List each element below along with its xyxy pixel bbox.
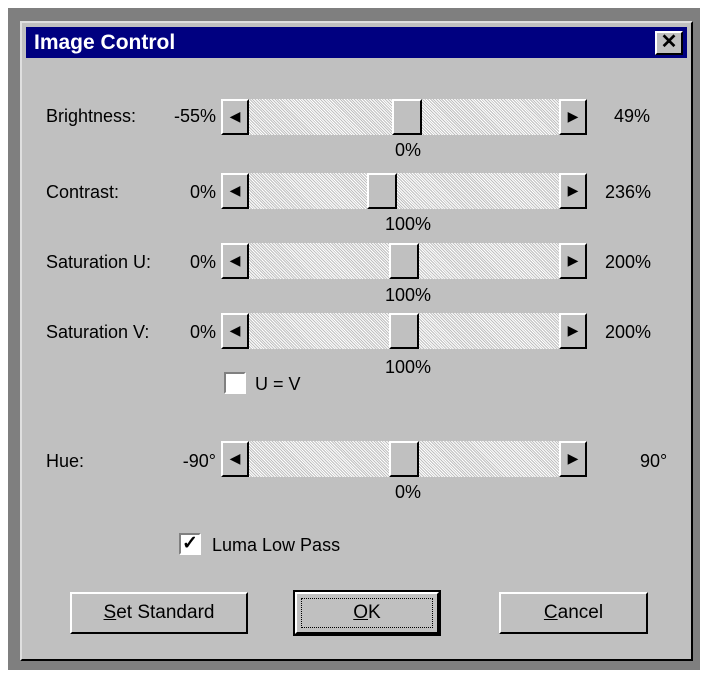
contrast-value: 100% xyxy=(384,214,432,234)
set-standard-button[interactable]: Set Standard xyxy=(70,592,248,634)
saturation-u-thumb[interactable] xyxy=(389,243,419,279)
saturation-u-label: Saturation U: xyxy=(46,252,152,272)
contrast-right-arrow[interactable]: ▶ xyxy=(559,173,587,209)
contrast-thumb[interactable] xyxy=(366,173,397,209)
set-standard-mnemonic: S xyxy=(103,602,117,623)
right-arrow-icon: ▶ xyxy=(567,182,579,198)
saturation-v-left-arrow[interactable]: ◀ xyxy=(221,313,249,349)
u-equals-v-checkbox[interactable] xyxy=(224,372,246,394)
close-icon: ✕ xyxy=(660,31,678,53)
cancel-label: ancel xyxy=(557,602,604,623)
saturation-u-value: 100% xyxy=(384,285,432,305)
cancel-button[interactable]: Cancel xyxy=(499,592,648,634)
saturation-v-slider[interactable]: ◀ ▶ xyxy=(221,313,587,349)
saturation-u-max: 200% xyxy=(605,252,652,272)
cancel-mnemonic: C xyxy=(543,602,558,623)
right-arrow-icon: ▶ xyxy=(567,252,579,268)
brightness-left-arrow[interactable]: ◀ xyxy=(221,99,249,135)
brightness-thumb[interactable] xyxy=(391,99,422,135)
hue-slider[interactable]: ◀ ▶ xyxy=(221,441,587,477)
contrast-max: 236% xyxy=(605,182,652,202)
hue-min: -90° xyxy=(182,451,216,471)
hue-thumb[interactable] xyxy=(389,441,419,477)
saturation-u-min: 0% xyxy=(189,252,216,272)
title-bar[interactable]: Image Control ✕ xyxy=(26,27,687,58)
contrast-slider[interactable]: ◀ ▶ xyxy=(221,173,587,209)
hue-label: Hue: xyxy=(46,451,85,471)
luma-low-pass-checkbox[interactable]: ✓ xyxy=(179,533,201,555)
set-standard-label: et Standard xyxy=(116,602,215,623)
contrast-min: 0% xyxy=(189,182,216,202)
focus-rectangle xyxy=(301,598,433,628)
brightness-max: 49% xyxy=(614,106,651,126)
right-arrow-icon: ▶ xyxy=(567,450,579,466)
left-arrow-icon: ◀ xyxy=(229,182,241,198)
saturation-u-slider[interactable]: ◀ ▶ xyxy=(221,243,587,279)
saturation-v-label: Saturation V: xyxy=(46,322,150,342)
check-icon: ✓ xyxy=(182,533,198,554)
ok-button[interactable]: OK xyxy=(293,590,441,636)
saturation-v-max: 200% xyxy=(605,322,652,342)
brightness-min: -55% xyxy=(173,106,216,126)
contrast-label: Contrast: xyxy=(46,182,120,202)
saturation-u-left-arrow[interactable]: ◀ xyxy=(221,243,249,279)
brightness-value: 0% xyxy=(394,140,421,160)
brightness-right-arrow[interactable]: ▶ xyxy=(559,99,587,135)
saturation-u-right-arrow[interactable]: ▶ xyxy=(559,243,587,279)
left-arrow-icon: ◀ xyxy=(229,322,241,338)
contrast-left-arrow[interactable]: ◀ xyxy=(221,173,249,209)
left-arrow-icon: ◀ xyxy=(229,108,241,124)
brightness-slider[interactable]: ◀ ▶ xyxy=(221,99,587,135)
right-arrow-icon: ▶ xyxy=(567,108,579,124)
brightness-label: Brightness: xyxy=(46,106,137,126)
saturation-v-right-arrow[interactable]: ▶ xyxy=(559,313,587,349)
hue-right-arrow[interactable]: ▶ xyxy=(559,441,587,477)
left-arrow-icon: ◀ xyxy=(229,450,241,466)
left-arrow-icon: ◀ xyxy=(229,252,241,268)
luma-low-pass-label: Luma Low Pass xyxy=(212,535,341,555)
right-arrow-icon: ▶ xyxy=(567,322,579,338)
close-button[interactable]: ✕ xyxy=(655,31,683,55)
window-title: Image Control xyxy=(34,31,176,54)
hue-left-arrow[interactable]: ◀ xyxy=(221,441,249,477)
hue-max: 90° xyxy=(640,451,668,471)
saturation-v-thumb[interactable] xyxy=(389,313,419,349)
saturation-v-value: 100% xyxy=(384,357,432,377)
u-equals-v-label: U = V xyxy=(255,374,301,394)
hue-value: 0% xyxy=(394,482,421,502)
saturation-v-min: 0% xyxy=(189,322,216,342)
